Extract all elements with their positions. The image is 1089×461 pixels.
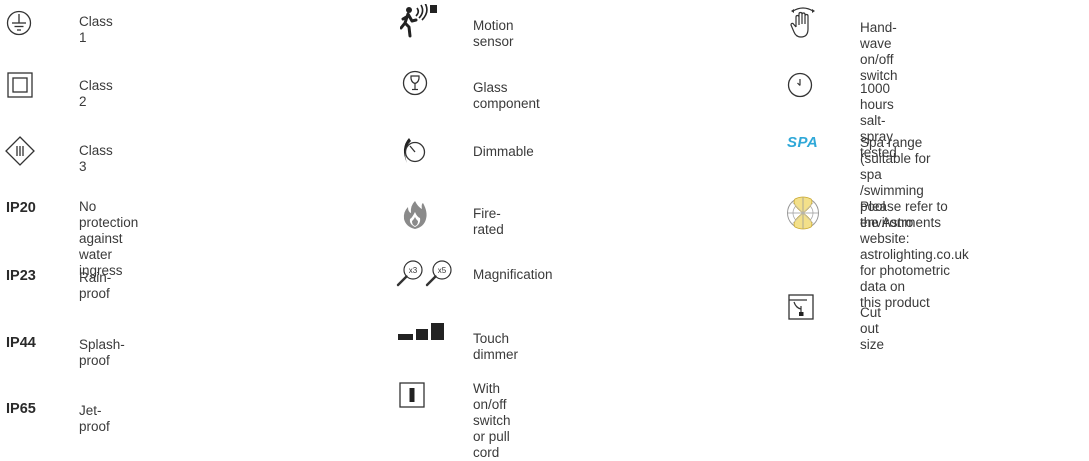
legend-label: Dimmable xyxy=(473,144,534,159)
legend-label: Hand-wave on/off switch xyxy=(860,20,898,83)
dimmable-icon xyxy=(403,138,426,163)
legend-label: Splash-proof xyxy=(79,337,125,368)
motion-sensor-icon xyxy=(400,4,437,38)
photometric-icon xyxy=(787,196,819,230)
touch-dimmer-icon xyxy=(398,323,444,340)
legend-label: Please refer to the Astro website: astro… xyxy=(860,199,969,310)
ip-rating-code: IP65 xyxy=(6,401,36,417)
spa-badge: SPA xyxy=(787,134,819,151)
legend-label: Motion sensor xyxy=(473,18,514,49)
legend-label: No protection against water ingress xyxy=(79,199,139,278)
ip-rating-code: IP23 xyxy=(6,268,36,284)
earth-ground-icon xyxy=(6,10,32,36)
legend-label: With on/off switch or pull cord xyxy=(473,381,511,460)
hand-wave-icon xyxy=(790,7,815,38)
switch-icon xyxy=(399,382,425,408)
legend-label: Jet-proof xyxy=(79,403,110,434)
legend-label: Class 2 xyxy=(79,78,113,109)
magnifier-x3-mark: x3 xyxy=(409,266,418,275)
legend-label: Glass component xyxy=(473,80,540,111)
ip-rating-code: IP44 xyxy=(6,335,36,351)
legend-label: Class 1 xyxy=(79,14,113,45)
legend-label: Magnification xyxy=(473,267,553,282)
legend-label: Rain-proof xyxy=(79,270,112,301)
legend-label: Class 3 xyxy=(79,143,113,174)
magnifier-icon: x3 x5 xyxy=(396,260,452,287)
cutout-size-icon xyxy=(788,294,814,320)
legend-label: Touch dimmer xyxy=(473,331,519,362)
legend-label: Cut out size xyxy=(860,305,885,352)
wine-glass-icon xyxy=(402,70,428,96)
flame-icon xyxy=(403,201,427,229)
diamond-iii-icon xyxy=(5,136,35,166)
double-square-icon xyxy=(7,72,33,98)
legend-label: Fire-rated xyxy=(473,206,504,237)
magnifier-x5-mark: x5 xyxy=(438,266,447,275)
clock-icon xyxy=(787,72,813,98)
ip-rating-code: IP20 xyxy=(6,200,36,216)
